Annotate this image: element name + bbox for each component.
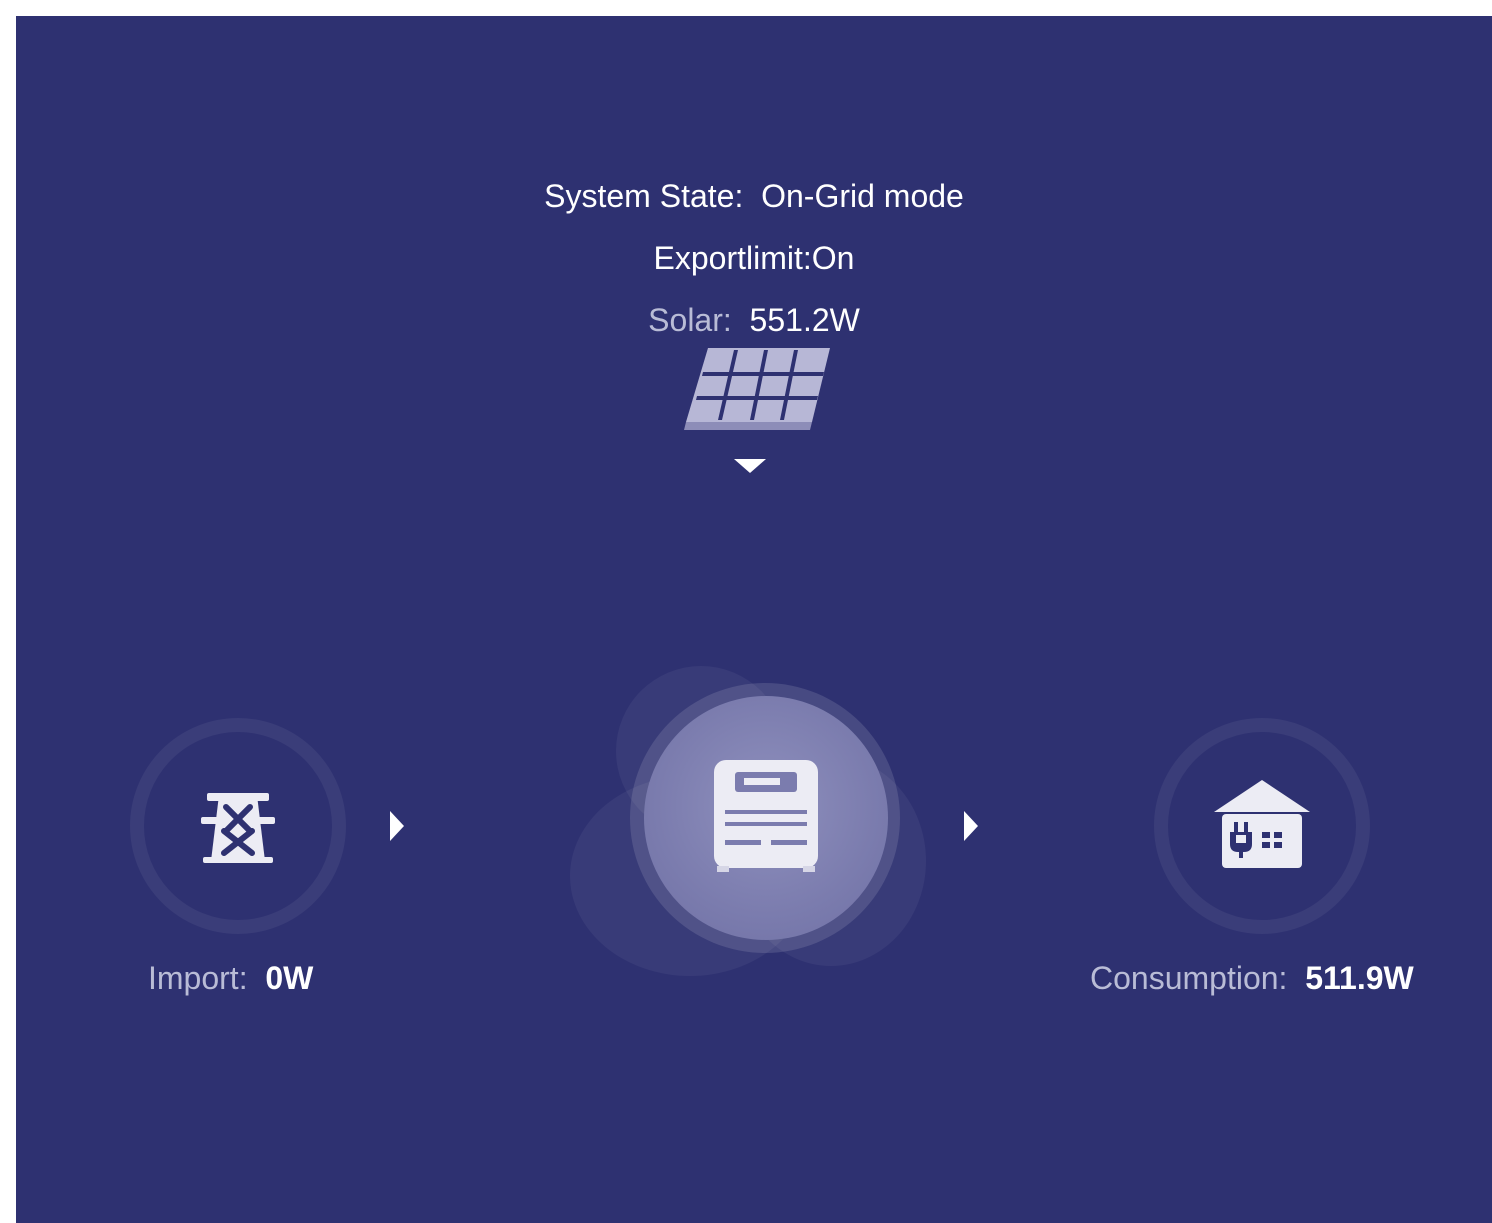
house-plug-icon: [1214, 780, 1310, 868]
load-reading: Consumption: 511.9W: [1090, 958, 1414, 998]
inverter-node: [644, 696, 888, 940]
status-block: System State: On-Grid mode Exportlimit:O…: [16, 176, 1492, 362]
load-ring: [1154, 718, 1370, 934]
load-flow-arrow: [964, 811, 978, 841]
grid-ring: [130, 718, 346, 934]
solar-line: Solar: 551.2W: [16, 300, 1492, 340]
consumption-value: 511.9W: [1305, 960, 1414, 996]
system-state-label: System State:: [544, 178, 744, 214]
solar-panel-icon: [684, 348, 830, 430]
import-label: Import:: [148, 960, 248, 996]
import-value: 0W: [265, 960, 314, 996]
solar-flow-arrow: [734, 459, 766, 473]
consumption-label: Consumption:: [1090, 960, 1288, 996]
system-state-value: On-Grid mode: [761, 178, 964, 214]
grid-flow-arrow: [390, 811, 404, 841]
energy-flow-panel: System State: On-Grid mode Exportlimit:O…: [16, 16, 1492, 1223]
export-limit-text: Exportlimit:On: [653, 240, 855, 276]
solar-label: Solar:: [648, 302, 732, 338]
system-state-line: System State: On-Grid mode: [16, 176, 1492, 216]
transmission-tower-icon: [201, 793, 275, 863]
inverter-icon: [714, 760, 818, 872]
grid-reading: Import: 0W: [148, 958, 313, 998]
solar-value: 551.2W: [749, 302, 860, 338]
export-limit-line: Exportlimit:On: [16, 238, 1492, 278]
